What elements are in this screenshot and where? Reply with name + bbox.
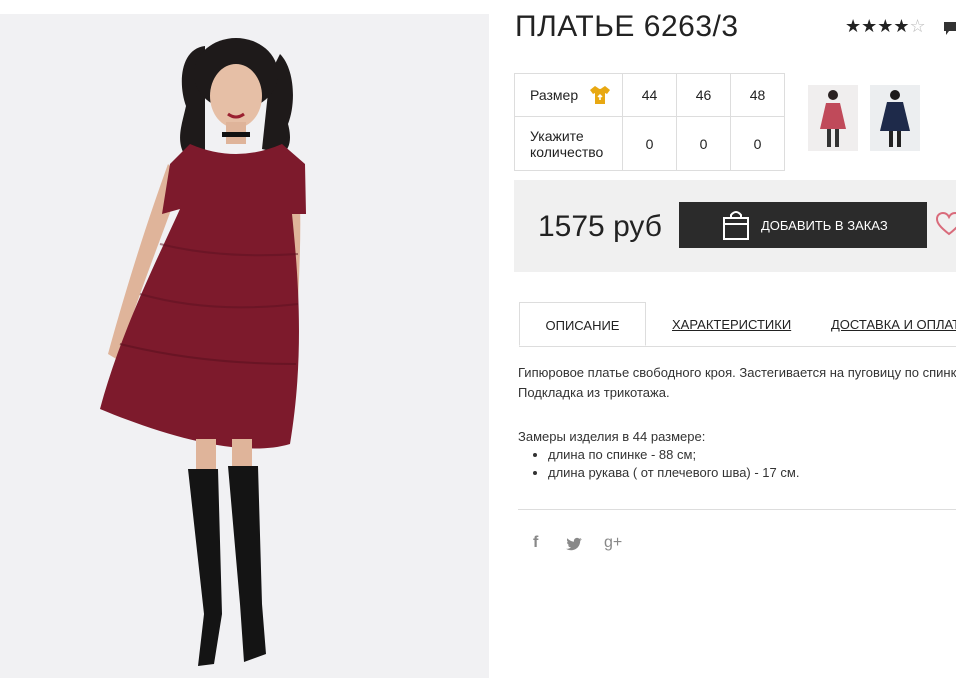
tab-description[interactable]: ОПИСАНИЕ bbox=[519, 302, 646, 346]
heart-icon[interactable] bbox=[936, 212, 956, 236]
quantity-row: Укажите количество 0 0 0 bbox=[514, 116, 785, 171]
rating-stars[interactable]: ★★★★☆ bbox=[845, 16, 926, 37]
measurement-item: длина по спинке - 88 см; bbox=[548, 446, 799, 464]
description-line: Подкладка из трикотажа. bbox=[518, 385, 670, 400]
twitter-icon[interactable] bbox=[566, 537, 582, 551]
measurement-item: длина рукава ( от плечевого шва) - 17 см… bbox=[548, 464, 799, 482]
price: 1575 руб bbox=[538, 210, 662, 243]
product-tabs: ОПИСАНИЕ ХАРАКТЕРИСТИКИ ДОСТАВКА И ОПЛАТ… bbox=[519, 302, 956, 347]
tab-characteristics[interactable]: ХАРАКТЕРИСТИКИ bbox=[672, 302, 791, 346]
size-row: Размер 44 46 48 bbox=[514, 73, 785, 117]
rating-filled: ★★★★ bbox=[845, 16, 910, 36]
product-title: ПЛАТЬЕ 6263/3 bbox=[515, 10, 739, 43]
divider bbox=[518, 509, 956, 510]
quantity-46[interactable]: 0 bbox=[676, 116, 731, 171]
size-46[interactable]: 46 bbox=[676, 73, 731, 117]
thumbnail-image bbox=[808, 85, 858, 151]
thumbnail-burgundy[interactable] bbox=[808, 85, 858, 151]
size-48[interactable]: 48 bbox=[730, 73, 785, 117]
buy-box: 1575 руб ДОБАВИТЬ В ЗАКАЗ bbox=[514, 180, 956, 272]
size-label-cell: Размер bbox=[514, 73, 623, 117]
measurements-list: длина по спинке - 88 см; длина рукава ( … bbox=[518, 446, 799, 482]
quantity-label: Укажите количество bbox=[530, 127, 604, 160]
model-illustration bbox=[100, 38, 306, 666]
add-to-order-button[interactable]: ДОБАВИТЬ В ЗАКАЗ bbox=[679, 202, 927, 248]
size-table: Размер 44 46 48 Укажите количество 0 0 0 bbox=[514, 73, 785, 171]
bag-icon bbox=[723, 211, 749, 240]
description-text: Гипюровое платье свободного кроя. Застег… bbox=[518, 363, 956, 403]
measurements-title: Замеры изделия в 44 размере: bbox=[518, 429, 706, 444]
size-label: Размер bbox=[530, 87, 579, 103]
quantity-label-cell: Укажите количество bbox=[514, 116, 623, 171]
measurements: Замеры изделия в 44 размере: длина по сп… bbox=[518, 428, 799, 482]
product-photo[interactable] bbox=[0, 14, 489, 678]
add-to-order-label: ДОБАВИТЬ В ЗАКАЗ bbox=[761, 217, 888, 233]
quantity-48[interactable]: 0 bbox=[730, 116, 785, 171]
thumbnail-image bbox=[870, 85, 920, 151]
google-plus-icon[interactable]: g+ bbox=[604, 534, 622, 552]
description-line: Гипюровое платье свободного кроя. Застег… bbox=[518, 365, 956, 380]
size-44[interactable]: 44 bbox=[622, 73, 677, 117]
shirt-icon[interactable] bbox=[590, 86, 611, 104]
quantity-44[interactable]: 0 bbox=[622, 116, 677, 171]
facebook-icon[interactable]: f bbox=[533, 534, 538, 552]
thumbnail-navy[interactable] bbox=[870, 85, 920, 151]
comment-icon[interactable] bbox=[944, 22, 956, 36]
tab-delivery[interactable]: ДОСТАВКА И ОПЛАТА bbox=[831, 302, 956, 346]
rating-half: ☆ bbox=[909, 16, 926, 36]
